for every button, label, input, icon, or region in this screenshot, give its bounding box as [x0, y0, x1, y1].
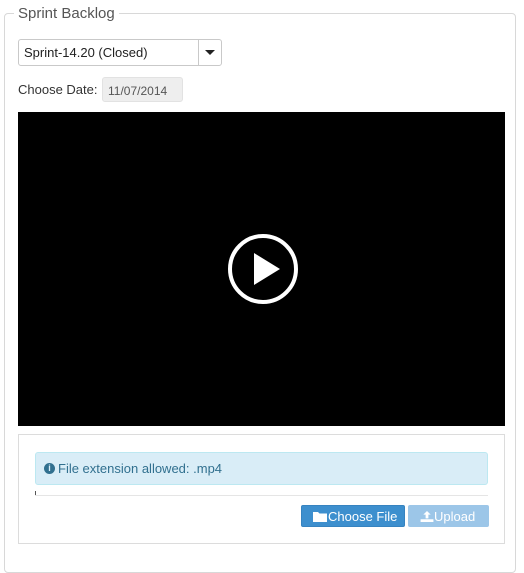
sprint-select-value: Sprint-14.20 (Closed) — [24, 45, 148, 60]
choose-file-label: Choose File — [328, 509, 398, 524]
date-input[interactable]: 11/07/2014 — [102, 77, 183, 102]
video-player[interactable] — [18, 112, 505, 426]
sprint-select[interactable]: Sprint-14.20 (Closed) — [18, 39, 222, 66]
file-extension-alert: i File extension allowed: .mp4 — [35, 452, 488, 485]
divider — [35, 495, 488, 496]
folder-icon — [313, 512, 327, 522]
upload-panel: i File extension allowed: .mp4 Choose Fi… — [18, 434, 505, 544]
alert-text: File extension allowed: .mp4 — [58, 461, 223, 476]
chevron-down-icon[interactable] — [198, 40, 221, 65]
choose-date-label: Choose Date: — [18, 82, 98, 97]
upload-button[interactable]: Upload — [408, 505, 489, 527]
choose-file-button[interactable]: Choose File — [301, 505, 405, 527]
play-circle-icon[interactable] — [227, 233, 299, 305]
panel-legend: Sprint Backlog — [14, 4, 119, 24]
info-circle-icon: i — [44, 463, 55, 474]
upload-label: Upload — [434, 509, 476, 524]
upload-icon — [420, 511, 434, 522]
